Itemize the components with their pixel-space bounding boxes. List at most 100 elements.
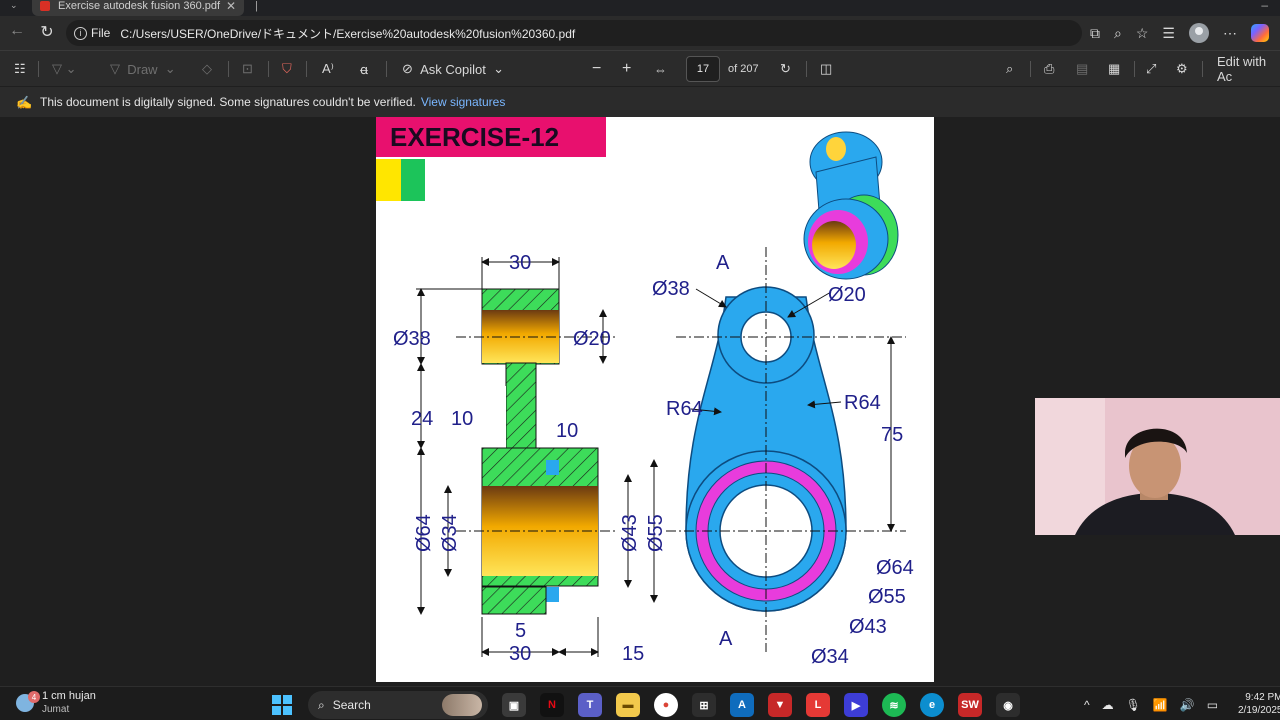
browser-tab[interactable]: Exercise autodesk fusion 360.pdf ✕	[32, 0, 244, 16]
read-aloud-pdf-icon[interactable]: A⁾	[322, 51, 334, 87]
signature-message: This document is digitally signed. Some …	[40, 95, 416, 109]
save-icon[interactable]: ▤	[1076, 51, 1088, 87]
chrome-icon[interactable]: ●	[654, 693, 678, 717]
zoom-in-button[interactable]: +	[622, 51, 631, 87]
task-view-icon[interactable]: ▣	[502, 693, 526, 717]
dim-75: 75	[881, 424, 903, 446]
onedrive-icon[interactable]: ☁	[1102, 698, 1114, 712]
wifi-icon[interactable]: 📶	[1153, 698, 1168, 712]
zoom-out-button[interactable]: −	[592, 51, 601, 87]
clock-time: 9:42 PM	[1245, 692, 1280, 703]
engineering-drawing: EXERCISE-12 30 Ø38 Ø20 24 10 10 Ø64 Ø34 …	[376, 117, 914, 668]
new-tab-icon[interactable]: |	[255, 0, 258, 12]
dim-d34-left: Ø34	[439, 514, 461, 552]
immersive-reader-icon[interactable]: ꬰ	[360, 51, 368, 87]
dim-d55-left: Ø55	[645, 514, 667, 552]
ask-copilot-label: Ask Copilot	[420, 61, 486, 77]
back-icon[interactable]: ←	[2, 22, 32, 40]
draw-icon: ▽	[110, 61, 128, 76]
dim-d38-left: Ø38	[393, 328, 431, 350]
tab-list-chevron-icon[interactable]: ⌄	[10, 0, 18, 11]
search-label: Search	[332, 698, 371, 712]
presenter-image	[1035, 398, 1280, 535]
weather-sub: Jumat	[42, 704, 70, 715]
page-view-icon[interactable]: ◫	[820, 51, 832, 87]
battery-icon[interactable]: ▭	[1207, 698, 1218, 712]
highlight-icon[interactable]: ▽ ⌄	[52, 51, 77, 87]
settings-icon[interactable]: ⚙	[1176, 51, 1188, 87]
label-a-bottom: A	[719, 628, 733, 650]
close-tab-icon[interactable]: ✕	[226, 0, 236, 13]
taskbar: 4 1 cm hujan Jumat ⌕ Search ▣ N T ▬ ● ⊞ …	[0, 686, 1280, 720]
autodesk-icon[interactable]: A	[730, 693, 754, 717]
scheme-label: File	[91, 26, 111, 40]
tray-chevron-icon[interactable]: ^	[1084, 698, 1090, 712]
obs-icon[interactable]: ◉	[996, 693, 1020, 717]
edit-with-acrobat-button[interactable]: Edit with Ac	[1217, 51, 1280, 87]
profile-icon[interactable]	[1188, 23, 1209, 43]
view-signatures-link[interactable]: View signatures	[421, 95, 506, 109]
search-highlight-image	[442, 694, 482, 716]
more-icon[interactable]: ⋯	[1223, 25, 1237, 42]
address-field[interactable]: i File C:/Users/USER/OneDrive/ドキュメント/Exe…	[66, 20, 1082, 46]
solidworks-icon[interactable]: SW	[958, 693, 982, 717]
weather-widget[interactable]: 4 1 cm hujan Jumat	[16, 690, 96, 716]
read-aloud-icon[interactable]: ⧉	[1090, 25, 1100, 42]
fit-width-icon[interactable]: ⇔	[654, 51, 667, 87]
edge-icon[interactable]: e	[920, 693, 944, 717]
page-number-input[interactable]: 17	[686, 56, 720, 82]
pdf-favicon-icon	[40, 1, 50, 11]
info-icon[interactable]: i	[74, 26, 87, 40]
text-box-icon[interactable]: ⊡	[242, 51, 253, 87]
taskbar-apps: ⌕ Search ▣ N T ▬ ● ⊞ A ▼ L ▶ ≋ e SW ◉	[270, 691, 1020, 719]
contents-icon[interactable]: ☷	[14, 51, 26, 87]
microphone-icon[interactable]: 🎙	[1126, 698, 1141, 712]
green-swatch	[401, 159, 425, 201]
file-explorer-icon[interactable]: ▬	[616, 693, 640, 717]
store-icon[interactable]: ⊞	[692, 693, 716, 717]
address-bar-row: ← ↻ i File C:/Users/USER/OneDrive/ドキュメント…	[0, 16, 1280, 50]
favorite-icon[interactable]: ☆	[1136, 25, 1149, 42]
page-total: of 207	[728, 63, 759, 75]
taskbar-search[interactable]: ⌕ Search	[308, 691, 488, 719]
ask-copilot-button[interactable]: ⊘ Ask Copilot ⌄	[402, 51, 504, 87]
copilot-icon[interactable]	[1250, 24, 1269, 42]
zoom-icon[interactable]: ⌕	[1114, 25, 1122, 42]
eraser-icon[interactable]: ◇	[202, 51, 212, 87]
pdf-page: EXERCISE-12 30 Ø38 Ø20 24 10 10 Ø64 Ø34 …	[376, 117, 934, 682]
clock-date: 2/19/2025	[1238, 705, 1280, 716]
teams-icon[interactable]: T	[578, 693, 602, 717]
start-icon[interactable]	[270, 693, 294, 717]
volume-icon[interactable]: 🔊	[1180, 698, 1195, 712]
l-app-icon[interactable]: L	[806, 693, 830, 717]
weather-main: 1 cm hujan	[42, 690, 96, 702]
translate-icon[interactable]: ⛉	[282, 51, 292, 87]
window-close-icon[interactable]: –	[1261, 0, 1268, 12]
dim-d20-right: Ø20	[828, 284, 866, 306]
collections-icon[interactable]: ☰	[1162, 25, 1175, 42]
weather-badge: 4	[28, 691, 40, 703]
pdf-viewer[interactable]: EXERCISE-12 30 Ø38 Ø20 24 10 10 Ø64 Ø34 …	[0, 117, 1280, 685]
spotify-icon[interactable]: ≋	[882, 693, 906, 717]
media-app-icon[interactable]: ▶	[844, 693, 868, 717]
save-as-icon[interactable]: ▦	[1108, 51, 1120, 87]
dim-d38-right: Ø38	[652, 278, 690, 300]
draw-button[interactable]: ▽ Draw ⌄	[110, 51, 176, 87]
dim-15: 15	[622, 643, 644, 665]
print-icon[interactable]: ⎙	[1044, 51, 1054, 87]
fullscreen-icon[interactable]: ⤢	[1146, 51, 1156, 87]
clock[interactable]: 9:42 PM 2/19/2025	[1238, 691, 1280, 717]
signature-icon: ✍	[16, 95, 33, 110]
tab-title: Exercise autodesk fusion 360.pdf	[58, 0, 221, 12]
reload-icon[interactable]: ↻	[32, 22, 62, 42]
draw-label: Draw	[127, 61, 158, 77]
pdf-toolbar: ☷ ▽ ⌄ ▽ Draw ⌄ ◇ ⊡ ⛉ A⁾ ꬰ ⊘ Ask Copilot …	[0, 50, 1280, 86]
security-icon[interactable]: ▼	[768, 693, 792, 717]
url-text[interactable]: C:/Users/USER/OneDrive/ドキュメント/Exercise%2…	[120, 25, 575, 42]
dim-d55-right: Ø55	[868, 586, 906, 608]
dim-d64-left: Ø64	[413, 514, 435, 552]
find-icon[interactable]: ⌕	[1006, 51, 1013, 87]
dim-10a: 10	[451, 408, 473, 430]
rotate-icon[interactable]: ↻	[780, 51, 791, 87]
netflix-icon[interactable]: N	[540, 693, 564, 717]
